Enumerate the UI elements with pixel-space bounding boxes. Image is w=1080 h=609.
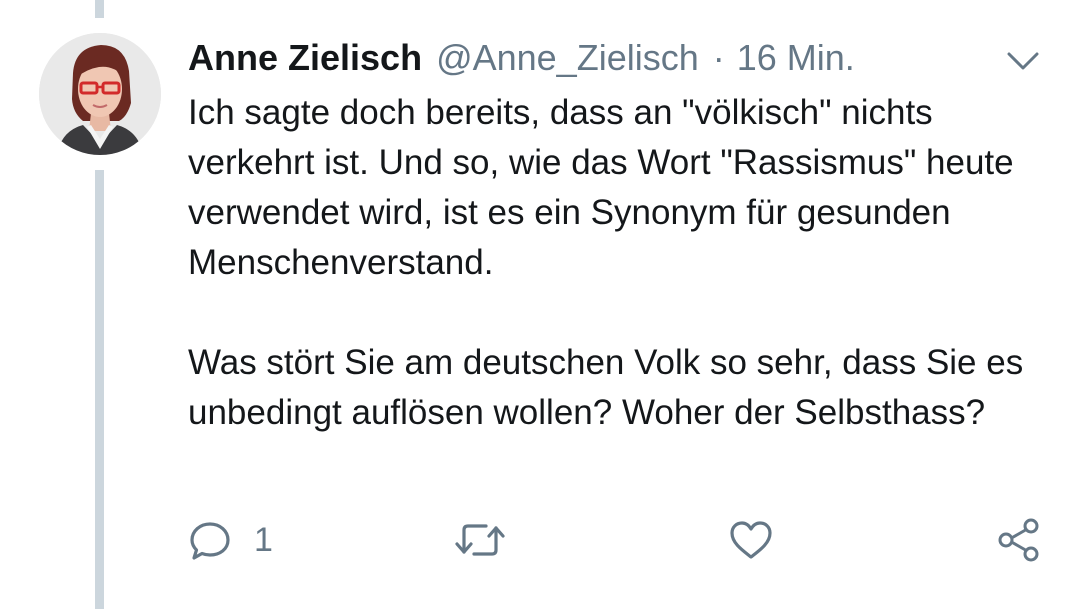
like-button[interactable]: [728, 512, 774, 568]
like-icon: [730, 521, 772, 559]
tweet-text: Ich sagte doch bereits, dass an "völkisc…: [188, 88, 1048, 438]
tweet-timestamp[interactable]: 16 Min.: [737, 36, 855, 80]
retweet-button[interactable]: [454, 512, 506, 568]
share-button[interactable]: [996, 512, 1042, 568]
header-separator: ·: [712, 37, 725, 78]
author-name[interactable]: Anne Zielisch: [188, 36, 422, 80]
reply-button[interactable]: 1: [188, 512, 273, 568]
thread-line-top: [95, 0, 104, 18]
chevron-down-icon: [1007, 52, 1039, 70]
author-handle[interactable]: @Anne_Zielisch: [436, 36, 699, 80]
tweet-paragraph: Was stört Sie am deutschen Volk so sehr,…: [188, 343, 1024, 432]
avatar-photo: [39, 33, 161, 155]
tweet-menu-button[interactable]: [1003, 44, 1043, 76]
tweet-paragraph: Ich sagte doch bereits, dass an "völkisc…: [188, 93, 1014, 282]
reply-icon: [190, 522, 230, 560]
share-icon: [998, 518, 1039, 562]
retweet-icon: [455, 524, 505, 556]
tweet-header: Anne Zielisch @Anne_Zielisch · 16 Min.: [188, 36, 855, 80]
thread-line-bottom: [95, 170, 104, 609]
reply-count: 1: [254, 520, 273, 559]
avatar[interactable]: [39, 33, 161, 155]
tweet-actions: 1: [188, 512, 1048, 568]
